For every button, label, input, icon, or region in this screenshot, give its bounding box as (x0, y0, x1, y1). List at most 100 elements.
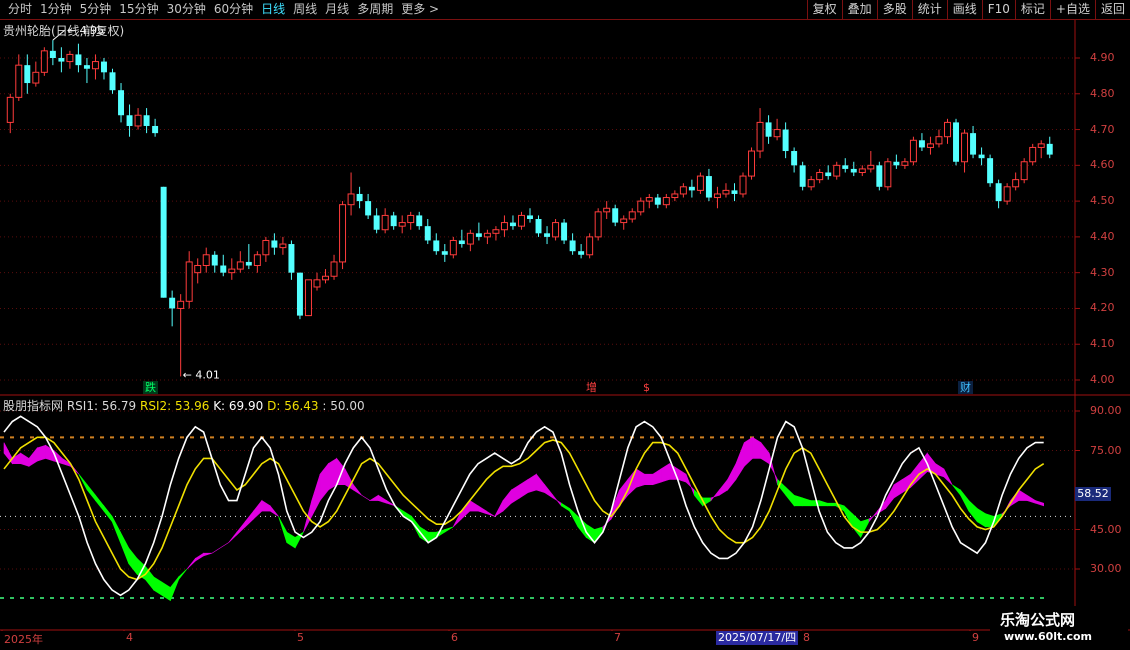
candle (961, 129, 969, 173)
rsi-band-segment (128, 547, 138, 576)
period-tab-5[interactable]: 60分钟 (210, 0, 257, 19)
action-button-1[interactable]: 叠加 (841, 0, 877, 19)
rsi-band-segment (719, 478, 728, 496)
candle (91, 54, 99, 80)
rsi-band-segment (560, 502, 570, 512)
indicator-name[interactable]: 股朋指标网 (3, 399, 63, 413)
rsi-band-segment (244, 510, 254, 528)
rsi-band-segment (269, 504, 279, 517)
event-marker-2[interactable]: $ (641, 381, 652, 394)
candle (245, 244, 252, 270)
rsi-band-segment (652, 468, 662, 486)
candle (313, 272, 321, 291)
candle (867, 151, 875, 173)
period-tab-2[interactable]: 5分钟 (76, 0, 116, 19)
candle (1029, 143, 1037, 166)
period-tab-7[interactable]: 周线 (289, 0, 321, 19)
action-button-3[interactable]: 统计 (911, 0, 947, 19)
action-button-2[interactable]: 多股 (876, 0, 912, 19)
rsi-band-segment (211, 547, 221, 554)
candle (535, 215, 542, 237)
candle (833, 161, 841, 180)
candle (688, 179, 695, 198)
rsi-band-segment (768, 453, 778, 485)
rsi-band-segment (552, 494, 562, 507)
candle (926, 136, 934, 155)
price-tick-label: 4.20 (1090, 301, 1115, 315)
action-button-8[interactable]: 返回 (1094, 0, 1130, 19)
event-marker-3[interactable]: 财 (958, 381, 973, 394)
candle (169, 290, 176, 327)
candle (177, 294, 185, 377)
rsi-band-segment (261, 499, 271, 512)
candle (152, 118, 159, 137)
candle (842, 158, 849, 173)
period-tab-9[interactable]: 多周期 (353, 0, 397, 19)
action-button-0[interactable]: 复权 (806, 0, 842, 19)
period-tab-8[interactable]: 月线 (321, 0, 353, 19)
rsi-band-segment (103, 504, 113, 523)
stock-title[interactable]: 贵州轮胎(日线,前复权) (3, 22, 124, 39)
price-tick-label: 4.00 (1090, 373, 1115, 386)
candle (347, 172, 355, 216)
rsi-band-segment (278, 516, 288, 543)
price-tick-label: 4.60 (1090, 158, 1115, 172)
chart-canvas[interactable]: ← 4.95← 4.01 (0, 20, 1130, 631)
candle (458, 229, 465, 248)
period-tab-1[interactable]: 1分钟 (36, 0, 76, 19)
rsi-band-segment (328, 457, 337, 491)
rsi-band-segment (86, 483, 96, 502)
rsi-band-segment (203, 552, 213, 557)
action-button-5[interactable]: F10 (981, 0, 1015, 19)
period-tab-6[interactable]: 日线 (257, 0, 289, 19)
candle (620, 215, 628, 230)
indicator-title[interactable]: 股朋指标网 RSI1: 56.79 RSI2: 53.96 K: 69.90 D… (3, 397, 365, 414)
candle (807, 176, 815, 191)
candle (987, 154, 994, 187)
candle (441, 244, 448, 262)
rsi-band-segment (527, 473, 537, 494)
candle (66, 50, 74, 69)
price-tick-label: 4.10 (1090, 337, 1115, 351)
rsi-band-segment (1018, 489, 1028, 501)
price-tick-label: 4.50 (1090, 194, 1115, 208)
action-button-7[interactable]: +自选 (1049, 0, 1095, 19)
candle (970, 125, 977, 159)
candle (731, 183, 738, 202)
rsi-band-segment (802, 497, 812, 507)
rsi-band-segment (827, 502, 837, 507)
event-marker-0[interactable]: 跌 (143, 381, 158, 394)
price-tick-label: 4.90 (1090, 51, 1115, 64)
rsi-band-segment (45, 444, 55, 462)
candle (228, 258, 236, 280)
time-axis-label: 5 (297, 631, 304, 644)
watermark-line1: 乐淘公式网 (1000, 611, 1076, 629)
rsi-band-segment (976, 507, 986, 528)
rsi-band-segment (502, 489, 512, 512)
candle (594, 208, 602, 241)
candle (799, 161, 806, 191)
action-button-6[interactable]: 标记 (1014, 0, 1050, 19)
candle (561, 219, 568, 245)
candle (449, 236, 457, 259)
extra-label: : 50.00 (322, 399, 365, 413)
rsi-band-segment (220, 542, 229, 549)
rsi-band-segment (236, 520, 246, 536)
candle (288, 240, 295, 280)
event-marker-1[interactable]: 增 (584, 381, 599, 394)
candle (722, 183, 730, 198)
action-button-4[interactable]: 画线 (946, 0, 982, 19)
candle (816, 168, 824, 184)
candle (194, 258, 202, 284)
candle (253, 251, 261, 273)
candle (578, 244, 585, 259)
price-tick-label: 4.70 (1090, 122, 1115, 136)
candle (527, 208, 533, 223)
period-tab-0[interactable]: 分时 (4, 0, 36, 19)
period-tab-3[interactable]: 15分钟 (115, 0, 162, 19)
period-tab-4[interactable]: 30分钟 (163, 0, 210, 19)
candle (365, 193, 372, 219)
candle (356, 186, 363, 209)
period-tab-10[interactable]: 更多 > (397, 0, 443, 19)
rsi-band-segment (353, 483, 362, 496)
